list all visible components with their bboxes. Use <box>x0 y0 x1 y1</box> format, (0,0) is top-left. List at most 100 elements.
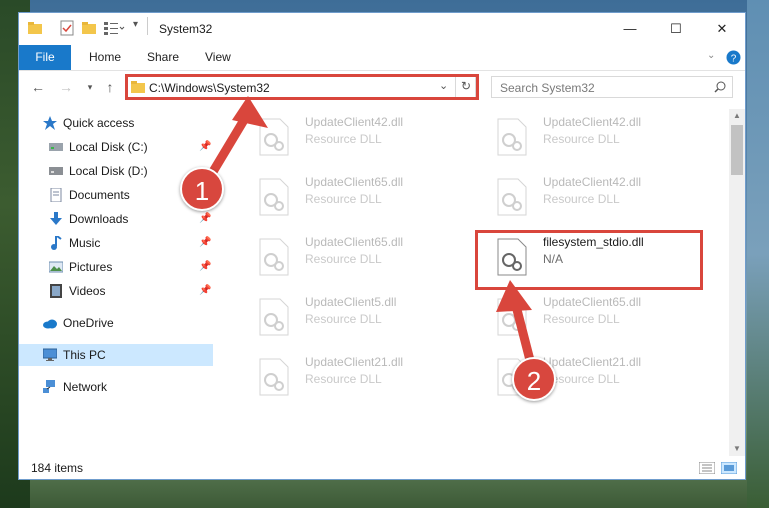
pin-icon[interactable]: 📌 <box>199 232 211 248</box>
dll-file-icon <box>497 178 527 216</box>
file-type: Resource DLL <box>543 132 620 146</box>
list-item[interactable]: UpdateClient5.dll Resource DLL <box>259 292 479 346</box>
cloud-icon <box>43 319 57 329</box>
sidebar-item-quick-access[interactable]: Quick access <box>43 112 213 134</box>
minimize-button[interactable]: — <box>607 13 653 45</box>
file-type: Resource DLL <box>305 372 382 386</box>
network-icon <box>43 380 55 393</box>
pin-icon[interactable]: 📌 <box>199 256 211 272</box>
properties-icon[interactable] <box>59 20 75 36</box>
file-name: UpdateClient42.dll <box>305 115 404 129</box>
expand-ribbon-icon[interactable]: ⌄ <box>707 50 715 61</box>
search-input[interactable]: Search System32 <box>491 76 733 98</box>
list-item[interactable]: UpdateClient65.dll Resource DLL <box>259 232 479 286</box>
file-name: UpdateClient42.dll <box>543 115 642 129</box>
sidebar-item-videos[interactable]: Videos <box>49 280 213 302</box>
scroll-down-icon[interactable]: ▼ <box>729 442 745 456</box>
status-bar: 184 items <box>19 457 745 479</box>
list-item[interactable]: UpdateClient42.dll Resource DLL <box>259 112 479 166</box>
vertical-scrollbar[interactable]: ▲ ▼ <box>729 109 745 456</box>
file-type: Resource DLL <box>305 312 382 326</box>
callout-badge-2: 2 <box>512 357 556 401</box>
window-title: System32 <box>159 22 213 36</box>
scroll-up-icon[interactable]: ▲ <box>729 109 745 123</box>
sidebar-item-this-pc[interactable]: This PC <box>19 344 213 366</box>
search-icon[interactable] <box>714 81 726 93</box>
sidebar-item-label: Videos <box>69 284 106 298</box>
title-bar: ▾ System32 — ☐ ✕ <box>19 13 745 45</box>
sidebar-item-local-disk-c[interactable]: Local Disk (C:) <box>49 136 213 158</box>
file-name: UpdateClient5.dll <box>305 295 397 309</box>
file-type: Resource DLL <box>305 132 382 146</box>
list-item[interactable]: UpdateClient21.dll Resource DLL <box>259 352 479 406</box>
list-item[interactable]: UpdateClient65.dll Resource DLL <box>259 172 479 226</box>
tab-home[interactable]: Home <box>89 45 121 70</box>
forward-icon[interactable]: → <box>57 77 75 97</box>
dll-file-icon <box>259 298 289 336</box>
help-icon[interactable]: ? <box>726 50 741 65</box>
up-icon[interactable]: ↑ <box>101 77 119 97</box>
svg-text:?: ? <box>731 54 737 65</box>
back-icon[interactable]: ← <box>29 77 47 97</box>
sidebar-item-label: Local Disk (D:) <box>69 164 148 178</box>
navigation-bar: ← → ▾ ↑ C:\Windows\System32 ⌄ ↻ Search S… <box>19 71 745 103</box>
sidebar-item-label: Local Disk (C:) <box>69 140 148 154</box>
sidebar-item-label: Network <box>63 380 108 394</box>
callout-badge-1: 1 <box>180 167 224 211</box>
music-icon <box>51 236 62 250</box>
computer-icon <box>43 348 57 361</box>
file-name: UpdateClient42.dll <box>543 175 642 189</box>
close-button[interactable]: ✕ <box>699 13 745 45</box>
sidebar-item-downloads[interactable]: Downloads <box>49 208 213 230</box>
desktop-foliage-right <box>747 0 769 508</box>
ribbon: File Home Share View ⌄ ? <box>19 45 745 71</box>
title-separator <box>147 17 148 35</box>
star-icon <box>43 116 57 130</box>
item-count: 184 items <box>31 461 84 475</box>
list-item[interactable]: UpdateClient42.dll Resource DLL <box>497 172 717 226</box>
sidebar-item-label: Quick access <box>63 116 135 130</box>
folder-icon <box>28 22 42 34</box>
dll-file-icon <box>497 118 527 156</box>
file-name: UpdateClient21.dll <box>305 355 404 369</box>
file-type: Resource DLL <box>543 192 620 206</box>
sidebar-item-label: Documents <box>69 188 130 202</box>
videos-icon <box>50 284 62 298</box>
file-name: UpdateClient65.dll <box>305 235 404 249</box>
tab-file[interactable]: File <box>19 45 71 70</box>
sidebar-item-label: Music <box>69 236 101 250</box>
details-view-icon[interactable] <box>699 462 715 474</box>
customize-toolbar-icon[interactable] <box>103 20 125 36</box>
search-placeholder: Search System32 <box>500 81 595 95</box>
sidebar-item-onedrive[interactable]: OneDrive <box>43 312 213 334</box>
scroll-thumb[interactable] <box>731 125 743 175</box>
new-folder-icon[interactable] <box>81 20 97 36</box>
documents-icon <box>50 188 62 202</box>
list-item[interactable]: UpdateClient42.dll Resource DLL <box>497 112 717 166</box>
tab-view[interactable]: View <box>205 45 231 70</box>
sidebar-item-pictures[interactable]: Pictures <box>49 256 213 278</box>
dll-file-icon <box>259 238 289 276</box>
explorer-window: ▾ System32 — ☐ ✕ File Home Share View ⌄ … <box>18 12 746 480</box>
sidebar-item-label: This PC <box>63 348 106 362</box>
drive-icon <box>49 167 63 175</box>
download-icon <box>50 212 62 225</box>
drive-icon <box>49 143 63 151</box>
file-type: Resource DLL <box>305 252 382 266</box>
sidebar-item-label: Pictures <box>69 260 113 274</box>
recent-locations-icon[interactable]: ▾ <box>81 77 99 97</box>
maximize-button[interactable]: ☐ <box>653 13 699 45</box>
sidebar-item-network[interactable]: Network <box>43 376 213 398</box>
chevron-down-icon[interactable]: ▾ <box>133 19 138 30</box>
pictures-icon <box>49 261 63 273</box>
dll-file-icon <box>259 358 289 396</box>
sidebar-item-music[interactable]: Music <box>49 232 213 254</box>
pin-icon[interactable]: 📌 <box>199 280 211 296</box>
file-type: Resource DLL <box>305 192 382 206</box>
navigation-pane: Quick access Local Disk (C:) 📌 Local Dis… <box>19 111 213 441</box>
address-highlight-box <box>125 74 479 100</box>
sidebar-item-label: Downloads <box>69 212 129 226</box>
large-icons-view-icon[interactable] <box>721 462 737 474</box>
sidebar-item-label: OneDrive <box>63 316 114 330</box>
tab-share[interactable]: Share <box>147 45 179 70</box>
